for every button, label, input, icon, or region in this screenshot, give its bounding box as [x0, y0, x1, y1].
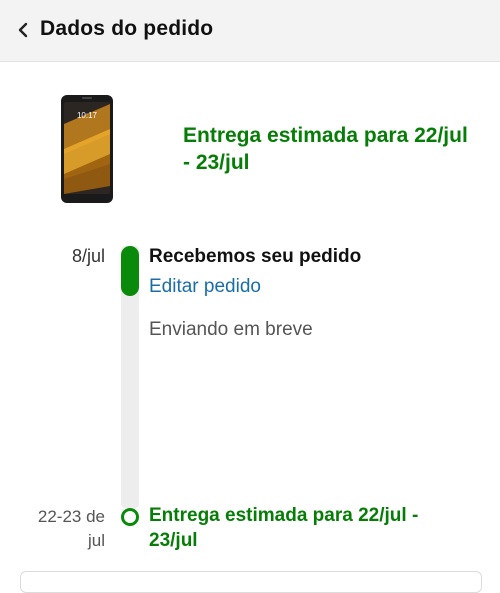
shipping-status: Enviando em breve [149, 319, 313, 340]
timeline-progress [121, 246, 139, 296]
header-bar: Dados do pedido [0, 0, 500, 62]
page-title: Dados do pedido [40, 17, 214, 40]
delivery-estimate-heading: Entrega estimada para 22/jul - 23/jul [183, 124, 468, 174]
edit-order-link[interactable]: Editar pedido [149, 276, 261, 298]
delivery-estimate-step: Entrega estimada para 22/jul - 23/jul [149, 505, 419, 551]
order-received-title: Recebemos seu pedido [149, 246, 362, 267]
delivery-date: 22-23 de jul [37, 507, 105, 550]
chevron-left-icon[interactable] [16, 22, 30, 38]
svg-text:10:17: 10:17 [77, 111, 98, 120]
ordered-date: 8/jul [71, 246, 105, 266]
next-section-card [20, 571, 482, 593]
product-image[interactable]: 10:17 [60, 94, 114, 204]
delivery-milestone-circle [121, 508, 139, 526]
